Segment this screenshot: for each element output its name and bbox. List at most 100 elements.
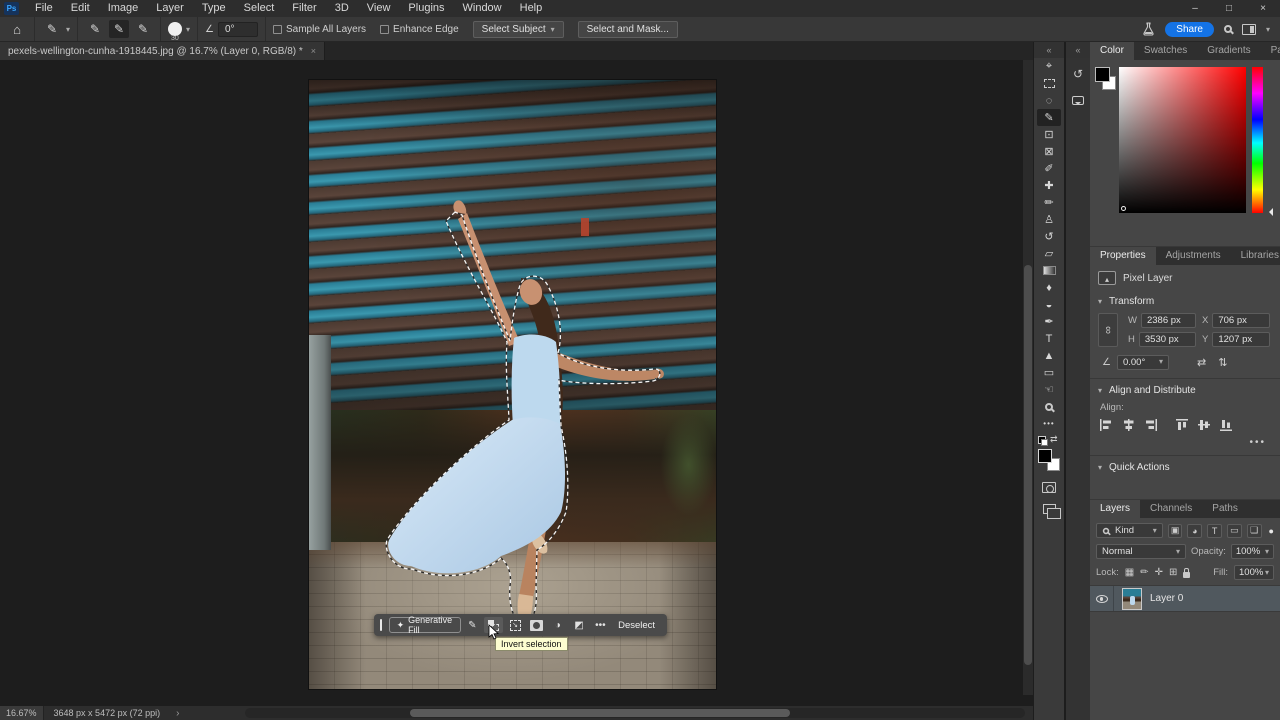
horizontal-scrollbar[interactable]: [245, 708, 1025, 718]
canvas-area[interactable]: ✦ Generative Fill ✎ ↘ ◑ ◩ ••• Deselect I…: [0, 60, 1023, 706]
width-field[interactable]: 2386 px: [1141, 313, 1196, 328]
transform-selection-button[interactable]: ↘: [505, 617, 524, 633]
subtract-from-selection-mode-button[interactable]: ✎: [133, 20, 153, 38]
sample-all-layers-checkbox[interactable]: [273, 25, 282, 34]
align-right-icon[interactable]: [1144, 419, 1157, 431]
maximize-button[interactable]: □: [1212, 0, 1246, 17]
modify-selection-button[interactable]: ✎: [463, 617, 482, 633]
healing-brush-tool[interactable]: ✚: [1037, 177, 1061, 194]
document-image[interactable]: [309, 80, 716, 689]
create-mask-button[interactable]: [527, 617, 546, 633]
brush-picker-chevron-icon[interactable]: ▾: [186, 25, 190, 34]
comments-panel-icon[interactable]: [1068, 90, 1088, 110]
filter-toggle-icon[interactable]: ●: [1269, 526, 1274, 536]
filter-smart-objects-icon[interactable]: ❏: [1247, 524, 1262, 538]
new-selection-mode-button[interactable]: ✎: [85, 20, 105, 38]
filter-pixel-layers-icon[interactable]: ▣: [1168, 524, 1183, 538]
brush-angle-field[interactable]: 0°: [218, 22, 258, 37]
default-colors-icon[interactable]: [1038, 436, 1048, 446]
link-dimensions-toggle[interactable]: ∞: [1098, 313, 1118, 347]
shape-tool[interactable]: ▭: [1037, 364, 1061, 381]
hue-slider[interactable]: [1252, 67, 1263, 213]
quick-mask-button[interactable]: [1037, 479, 1061, 496]
align-left-icon[interactable]: [1100, 419, 1113, 431]
zoom-tool[interactable]: [1037, 398, 1061, 415]
pen-tool[interactable]: ✒: [1037, 313, 1061, 330]
type-tool[interactable]: T: [1037, 330, 1061, 347]
x-field[interactable]: 706 px: [1212, 313, 1270, 328]
height-field[interactable]: 3530 px: [1139, 332, 1196, 347]
filter-shape-layers-icon[interactable]: ▭: [1227, 524, 1242, 538]
menu-filter[interactable]: Filter: [283, 0, 325, 17]
brush-tool[interactable]: ✏: [1037, 194, 1061, 211]
foreground-swatch[interactable]: [1095, 67, 1110, 82]
tab-patterns[interactable]: Patterns: [1261, 42, 1280, 60]
workspace-switcher-icon[interactable]: [1242, 24, 1256, 35]
document-tab[interactable]: pexels-wellington-cunha-1918445.jpg @ 16…: [0, 42, 325, 60]
tab-swatches[interactable]: Swatches: [1134, 42, 1197, 60]
deselect-button[interactable]: Deselect: [612, 620, 661, 631]
lasso-tool[interactable]: ◌: [1037, 92, 1061, 109]
hue-slider-marker[interactable]: [1265, 208, 1273, 216]
tab-channels[interactable]: Channels: [1140, 500, 1202, 518]
tab-properties[interactable]: Properties: [1090, 247, 1156, 265]
flip-vertical-icon[interactable]: ⇅: [1218, 356, 1227, 369]
rotation-chevron-icon[interactable]: ▾: [1159, 357, 1163, 368]
edit-toolbar-button[interactable]: •••: [1037, 415, 1061, 432]
frame-tool[interactable]: ⊠: [1037, 143, 1061, 160]
tab-color[interactable]: Color: [1090, 42, 1134, 60]
layer-row-layer0[interactable]: Layer 0: [1090, 586, 1280, 612]
lock-all-icon[interactable]: [1183, 572, 1190, 578]
tool-preset-icon[interactable]: ✎: [42, 20, 62, 38]
eraser-tool[interactable]: ▱: [1037, 245, 1061, 262]
select-and-mask-button[interactable]: Select and Mask...: [578, 21, 678, 38]
lock-artboard-icon[interactable]: ⊞: [1169, 567, 1177, 578]
select-subject-button[interactable]: Select Subject ▾: [473, 21, 564, 38]
home-button[interactable]: ⌂: [7, 20, 27, 38]
align-collapse-icon[interactable]: ▾: [1098, 386, 1102, 395]
toolbar-collapse-icon[interactable]: «: [1034, 42, 1064, 58]
workspace-chevron-icon[interactable]: ▾: [1266, 25, 1270, 34]
vertical-scrollbar-thumb[interactable]: [1024, 265, 1032, 665]
select-subject-chevron-icon[interactable]: ▾: [551, 25, 555, 34]
lock-position-icon[interactable]: ✛: [1155, 567, 1163, 578]
dodge-tool[interactable]: ◒: [1037, 296, 1061, 313]
fill-dropdown[interactable]: 100% ▾: [1234, 565, 1274, 580]
tab-gradients[interactable]: Gradients: [1197, 42, 1260, 60]
menu-plugins[interactable]: Plugins: [399, 0, 453, 17]
menu-layer[interactable]: Layer: [147, 0, 193, 17]
flip-horizontal-icon[interactable]: ⇄: [1197, 356, 1206, 369]
quick-actions-header[interactable]: ▾ Quick Actions: [1090, 456, 1280, 477]
share-button[interactable]: Share: [1165, 22, 1214, 37]
hand-tool[interactable]: ☜: [1037, 381, 1061, 398]
menu-3d[interactable]: 3D: [326, 0, 358, 17]
menu-select[interactable]: Select: [235, 0, 284, 17]
align-bottom-icon[interactable]: [1220, 419, 1233, 431]
align-section-header[interactable]: ▾ Align and Distribute: [1090, 379, 1280, 400]
transform-section-header[interactable]: ▾ Transform: [1090, 290, 1280, 311]
path-selection-tool[interactable]: ▲: [1037, 347, 1061, 364]
menu-window[interactable]: Window: [454, 0, 511, 17]
saturation-brightness-field[interactable]: [1119, 67, 1246, 213]
gradient-tool[interactable]: [1037, 262, 1061, 279]
quick-selection-tool[interactable]: ✎: [1037, 109, 1061, 126]
tab-adjustments[interactable]: Adjustments: [1156, 247, 1231, 265]
tab-paths[interactable]: Paths: [1202, 500, 1248, 518]
eyedropper-tool[interactable]: ✐: [1037, 160, 1061, 177]
layer-filter-kind-dropdown[interactable]: Kind ▾: [1096, 523, 1163, 538]
layer-thumbnail[interactable]: [1122, 588, 1142, 610]
create-adjustment-button[interactable]: ◑: [548, 617, 567, 633]
menu-file[interactable]: File: [26, 0, 62, 17]
history-brush-tool[interactable]: ↺: [1037, 228, 1061, 245]
rotation-angle-field[interactable]: 0.00° ▾: [1117, 355, 1169, 370]
filter-adjustment-layers-icon[interactable]: ◕: [1187, 524, 1202, 538]
history-panel-icon[interactable]: ↺: [1068, 64, 1088, 84]
beaker-icon[interactable]: [1142, 22, 1155, 36]
tool-preset-chevron-icon[interactable]: ▾: [66, 25, 70, 34]
clone-stamp-tool[interactable]: ♙: [1037, 211, 1061, 228]
marquee-tool[interactable]: [1037, 75, 1061, 92]
document-tab-close-icon[interactable]: ×: [311, 46, 316, 56]
taskbar-drag-handle[interactable]: [380, 619, 382, 631]
zoom-level-field[interactable]: 16.67%: [0, 706, 44, 720]
crop-tool[interactable]: ⊡: [1037, 126, 1061, 143]
